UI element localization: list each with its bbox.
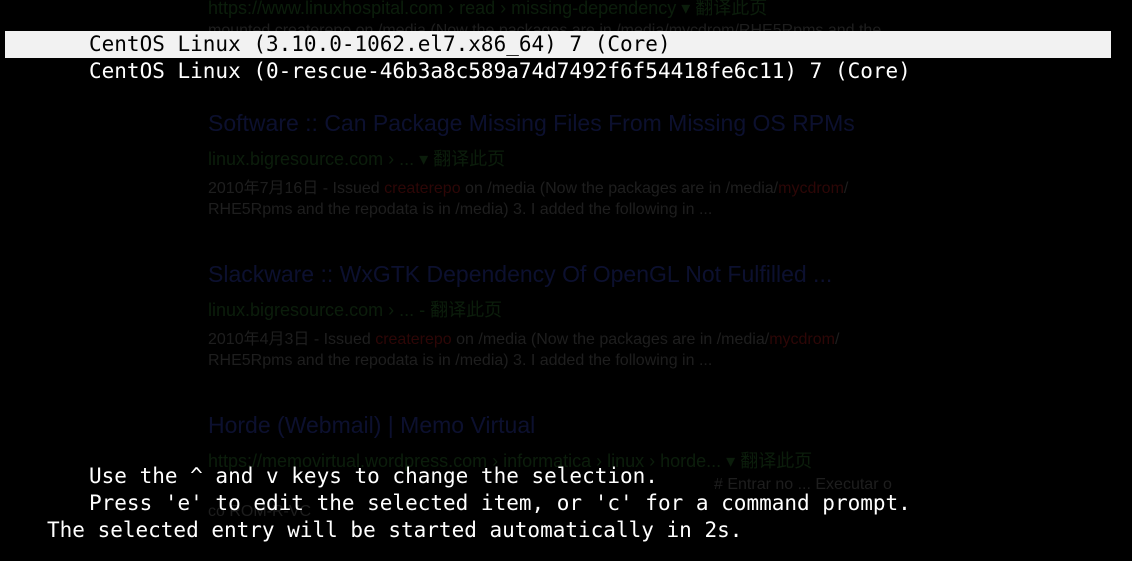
- ghost-result-snippet: 2010年4月3日 - Issued createrepo on /media …: [208, 325, 839, 349]
- ghost-snippet-text: /: [834, 331, 840, 348]
- boot-entry-rescue[interactable]: CentOS Linux (0-rescue-46b3a8c589a74d749…: [89, 58, 911, 85]
- ghost-translate-link: ▾ 翻译此页: [419, 149, 506, 169]
- help-text-navigation: Use the ^ and v keys to change the selec…: [89, 464, 658, 488]
- ghost-translate-link: ▾ 翻译此页: [726, 451, 813, 471]
- ghost-snippet-highlight: createrepo: [384, 180, 461, 197]
- ghost-snippet-highlight: mycdrom: [769, 331, 835, 348]
- ghost-result-title: Horde (Webmail) | Memo Virtual: [208, 412, 536, 438]
- boot-entry-selected[interactable]: CentOS Linux (3.10.0-1062.el7.x86_64) 7 …: [5, 31, 1111, 58]
- ghost-result-snippet-line2: RHE5Rpms and the repodata is in /media) …: [208, 201, 713, 218]
- ghost-snippet-highlight: mycdrom: [778, 180, 844, 197]
- ghost-result-url: linux.bigresource.com › ... ▾ 翻译此页: [208, 145, 505, 171]
- countdown-text: The selected entry will be started autom…: [47, 518, 743, 542]
- ghost-top-url: https://www.linuxhospital.com › read › m…: [208, 0, 768, 18]
- ghost-result-title: Slackware :: WxGTK Dependency Of OpenGL …: [208, 261, 833, 287]
- ghost-snippet-text: on /media (Now the packages are in /medi…: [451, 331, 770, 348]
- ghost-result-snippet: 2010年7月16日 - Issued createrepo on /media…: [208, 174, 848, 198]
- ghost-url-text: linux.bigresource.com › ...: [208, 149, 415, 169]
- ghost-result-title: Software :: Can Package Missing Files Fr…: [208, 110, 855, 136]
- ghost-result-snippet-line2: RHE5Rpms and the repodata is in /media) …: [208, 352, 713, 369]
- help-text-edit: Press 'e' to edit the selected item, or …: [89, 491, 911, 515]
- grub-boot-screen: https://www.linuxhospital.com › read › m…: [0, 0, 1132, 561]
- ghost-translate-link: 翻译此页: [430, 300, 503, 320]
- ghost-result-url: linux.bigresource.com › ... - 翻译此页: [208, 296, 502, 322]
- ghost-snippet-highlight: createrepo: [375, 331, 452, 348]
- ghost-url-text: linux.bigresource.com › ... -: [208, 300, 431, 320]
- ghost-snippet-text: /: [843, 180, 849, 197]
- ghost-snippet-text: on /media (Now the packages are in /medi…: [460, 180, 779, 197]
- boot-entry-label: CentOS Linux (3.10.0-1062.el7.x86_64) 7 …: [89, 32, 671, 56]
- ghost-snippet-text: 2010年7月16日 - Issued: [208, 180, 385, 197]
- ghost-snippet-text: 2010年4月3日 - Issued: [208, 331, 376, 348]
